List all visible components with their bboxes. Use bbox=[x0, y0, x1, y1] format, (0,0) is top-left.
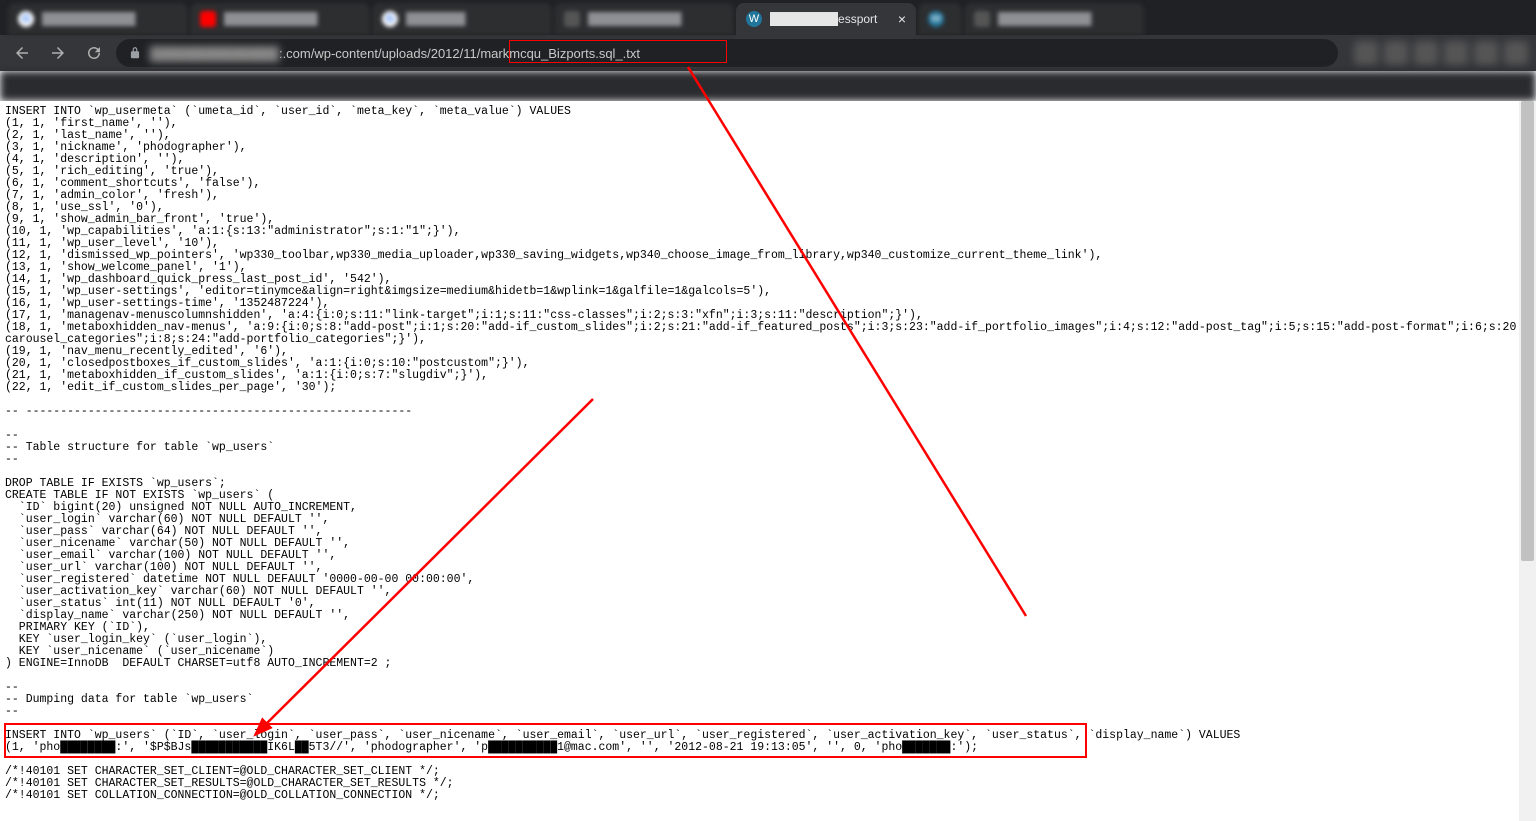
favicon-icon bbox=[974, 11, 990, 27]
browser-tab[interactable]: ███████████ bbox=[964, 3, 1144, 35]
extension-icon[interactable] bbox=[1414, 41, 1438, 65]
wordpress-favicon-icon: W bbox=[746, 11, 762, 27]
browser-tab[interactable]: ███████████ bbox=[554, 3, 734, 35]
reload-button[interactable] bbox=[80, 39, 108, 67]
youtube-favicon-icon bbox=[200, 11, 216, 27]
browser-tab[interactable]: ███████████ bbox=[190, 3, 370, 35]
favicon-icon bbox=[564, 11, 580, 27]
tab-title: ███████████ bbox=[42, 12, 178, 26]
address-bar[interactable]: ██████████████:.com/wp-content/uploads/2… bbox=[116, 39, 1338, 67]
tab-title: ████████essport bbox=[770, 12, 890, 26]
extension-icon[interactable] bbox=[1444, 41, 1468, 65]
google-favicon-icon: G bbox=[18, 11, 34, 27]
back-button[interactable] bbox=[8, 39, 36, 67]
tab-title: ███████████ bbox=[588, 12, 724, 26]
nav-extensions bbox=[1354, 41, 1528, 65]
extension-icon[interactable] bbox=[1384, 41, 1408, 65]
browser-tab[interactable]: W bbox=[918, 3, 962, 35]
browser-tab[interactable]: G ███████████ bbox=[8, 3, 188, 35]
url-path: /wp-content/uploads/2012/11/markmcqu_Biz… bbox=[311, 46, 640, 61]
google-favicon-icon: G bbox=[382, 11, 398, 27]
vertical-scrollbar[interactable] bbox=[1519, 101, 1536, 821]
extension-icon[interactable] bbox=[1504, 41, 1528, 65]
tab-title: ███████ bbox=[406, 12, 542, 26]
wordpress-favicon-icon: W bbox=[928, 11, 944, 27]
scrollbar-thumb[interactable] bbox=[1521, 101, 1534, 561]
url-domain-hidden: ██████████████ bbox=[150, 46, 279, 61]
tab-title: ███████████ bbox=[224, 12, 360, 26]
url-domain: :.com bbox=[279, 46, 311, 61]
close-tab-icon[interactable]: × bbox=[898, 11, 906, 27]
nav-bar: ██████████████:.com/wp-content/uploads/2… bbox=[0, 35, 1536, 71]
extension-icon[interactable] bbox=[1474, 41, 1498, 65]
page-content: INSERT INTO `wp_usermeta` (`umeta_id`, `… bbox=[0, 101, 1536, 821]
bookmarks-bar[interactable] bbox=[0, 71, 1536, 101]
extension-icon[interactable] bbox=[1354, 41, 1378, 65]
browser-tab-active[interactable]: W ████████essport × bbox=[736, 3, 916, 35]
forward-button[interactable] bbox=[44, 39, 72, 67]
tab-bar: G ███████████ ███████████ G ███████ ██████… bbox=[0, 0, 1536, 35]
tab-title: ███████████ bbox=[998, 12, 1134, 26]
lock-icon bbox=[128, 46, 142, 60]
browser-tab[interactable]: G ███████ bbox=[372, 3, 552, 35]
